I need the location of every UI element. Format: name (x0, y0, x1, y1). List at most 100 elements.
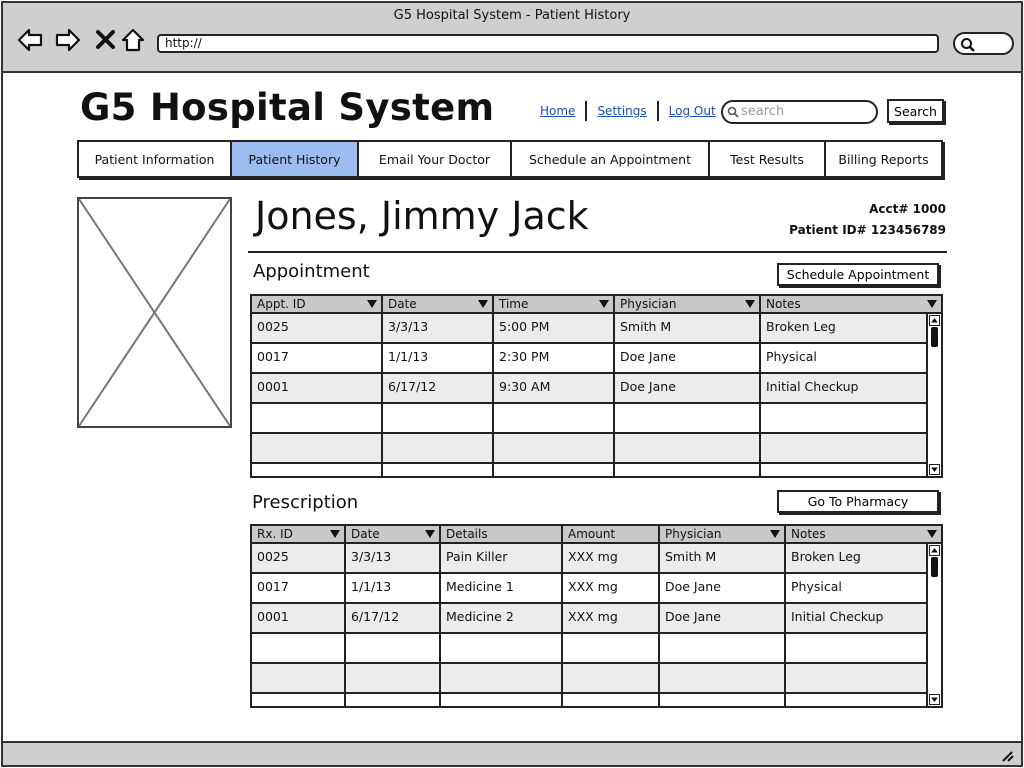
cell-date: 1/1/13 (346, 574, 441, 602)
tab-test-results[interactable]: Test Results (710, 142, 826, 176)
cell-notes: Initial Checkup (786, 604, 928, 632)
column-label: Notes (766, 297, 801, 311)
cell-amount: XXX mg (563, 604, 660, 632)
column-header-amount[interactable]: Amount (563, 526, 660, 542)
search-field (721, 100, 878, 124)
column-header-details[interactable]: Details (441, 526, 563, 542)
go-to-pharmacy-button[interactable]: Go To Pharmacy (777, 490, 939, 513)
cell-appt-id: 0017 (252, 344, 383, 372)
sort-arrow-icon[interactable] (927, 530, 937, 538)
tab-billing-reports[interactable]: Billing Reports (826, 142, 941, 176)
scroll-thumb[interactable] (931, 327, 938, 347)
tab-patient-information[interactable]: Patient Information (79, 142, 232, 176)
cell-date: 1/1/13 (383, 344, 494, 372)
forward-arrow-icon[interactable] (55, 27, 81, 53)
url-bar[interactable]: http:// (157, 34, 939, 53)
column-header-physician[interactable]: Physician (660, 526, 786, 542)
column-label: Date (388, 297, 417, 311)
column-header-time[interactable]: Time (494, 296, 615, 312)
settings-link[interactable]: Settings (587, 104, 656, 118)
browser-statusbar (3, 741, 1021, 765)
column-header-rx-id[interactable]: Rx. ID (252, 526, 346, 542)
table-header: Rx. ID Date Details Amount Physician Not… (252, 526, 941, 544)
table-row[interactable]: 0025 3/3/13 Pain Killer XXX mg Smith M B… (252, 544, 941, 574)
scroll-down-arrow-icon[interactable] (929, 464, 940, 475)
search-icon (961, 38, 975, 52)
sort-arrow-icon[interactable] (478, 300, 488, 308)
patient-id: Patient ID# 123456789 (789, 223, 946, 237)
appointment-scrollbar[interactable] (926, 314, 941, 476)
column-label: Amount (568, 527, 616, 541)
prescription-scrollbar[interactable] (926, 544, 941, 706)
cell-date: 3/3/13 (346, 544, 441, 572)
search-button[interactable]: Search (887, 99, 944, 123)
column-label: Details (446, 527, 488, 541)
sort-arrow-icon[interactable] (330, 530, 340, 538)
cell-details: Medicine 1 (441, 574, 563, 602)
cell-appt-id: 0025 (252, 314, 383, 342)
patient-name: Jones, Jimmy Jack (255, 194, 589, 238)
column-label: Appt. ID (257, 297, 306, 311)
cell-details: Medicine 2 (441, 604, 563, 632)
window-title: G5 Hospital System - Patient History (393, 8, 631, 23)
cell-notes: Broken Leg (786, 544, 928, 572)
column-header-date[interactable]: Date (383, 296, 494, 312)
scroll-up-arrow-icon[interactable] (929, 315, 940, 326)
table-row[interactable]: 0017 1/1/13 Medicine 1 XXX mg Doe Jane P… (252, 574, 941, 604)
column-label: Time (499, 297, 529, 311)
home-icon[interactable] (120, 27, 146, 53)
table-row[interactable]: 0001 6/17/12 Medicine 2 XXX mg Doe Jane … (252, 604, 941, 634)
cell-physician: Doe Jane (660, 604, 786, 632)
cell-notes: Physical (761, 344, 928, 372)
cell-physician: Doe Jane (615, 374, 761, 402)
column-header-physician[interactable]: Physician (615, 296, 761, 312)
tab-schedule-appointment[interactable]: Schedule an Appointment (512, 142, 710, 176)
schedule-appointment-button[interactable]: Schedule Appointment (777, 263, 939, 286)
column-header-notes[interactable]: Notes (761, 296, 941, 312)
prescription-table: Rx. ID Date Details Amount Physician Not… (250, 524, 943, 708)
cell-rx-id: 0001 (252, 604, 346, 632)
back-arrow-icon[interactable] (17, 27, 43, 53)
column-label: Date (351, 527, 380, 541)
column-header-appt-id[interactable]: Appt. ID (252, 296, 383, 312)
top-links: Home Settings Log Out (530, 100, 726, 122)
sort-arrow-icon[interactable] (425, 530, 435, 538)
home-link[interactable]: Home (530, 104, 585, 118)
tab-patient-history[interactable]: Patient History (232, 142, 359, 176)
empty-row (252, 434, 941, 464)
tab-email-your-doctor[interactable]: Email Your Doctor (359, 142, 512, 176)
cell-physician: Smith M (615, 314, 761, 342)
appointment-section-title: Appointment (253, 261, 370, 282)
cell-time: 5:00 PM (494, 314, 615, 342)
column-header-date[interactable]: Date (346, 526, 441, 542)
patient-account-info: Acct# 1000 Patient ID# 123456789 (789, 199, 946, 241)
cell-physician: Smith M (660, 544, 786, 572)
empty-row (252, 634, 941, 664)
cell-amount: XXX mg (563, 574, 660, 602)
cell-rx-id: 0017 (252, 574, 346, 602)
table-row[interactable]: 0001 6/17/12 9:30 AM Doe Jane Initial Ch… (252, 374, 941, 404)
appointment-table: Appt. ID Date Time Physician Notes 0025 … (250, 294, 943, 478)
account-number: Acct# 1000 (869, 202, 946, 216)
table-row[interactable]: 0025 3/3/13 5:00 PM Smith M Broken Leg (252, 314, 941, 344)
prescription-section-title: Prescription (252, 492, 359, 513)
sort-arrow-icon[interactable] (770, 530, 780, 538)
search-input[interactable] (741, 104, 871, 119)
logout-link[interactable]: Log Out (659, 104, 726, 118)
stop-icon[interactable] (93, 27, 119, 53)
sort-arrow-icon[interactable] (599, 300, 609, 308)
table-row[interactable]: 0017 1/1/13 2:30 PM Doe Jane Physical (252, 344, 941, 374)
browser-titlebar: G5 Hospital System - Patient History htt… (3, 3, 1021, 73)
resize-grip-icon[interactable] (999, 748, 1015, 762)
cell-notes: Initial Checkup (761, 374, 928, 402)
scroll-thumb[interactable] (931, 557, 938, 577)
column-label: Rx. ID (257, 527, 293, 541)
sort-arrow-icon[interactable] (927, 300, 937, 308)
browser-search-box[interactable] (953, 32, 1014, 55)
scroll-up-arrow-icon[interactable] (929, 545, 940, 556)
sort-arrow-icon[interactable] (367, 300, 377, 308)
sort-arrow-icon[interactable] (745, 300, 755, 308)
scroll-down-arrow-icon[interactable] (929, 694, 940, 705)
column-header-notes[interactable]: Notes (786, 526, 941, 542)
app-title: G5 Hospital System (80, 86, 495, 129)
